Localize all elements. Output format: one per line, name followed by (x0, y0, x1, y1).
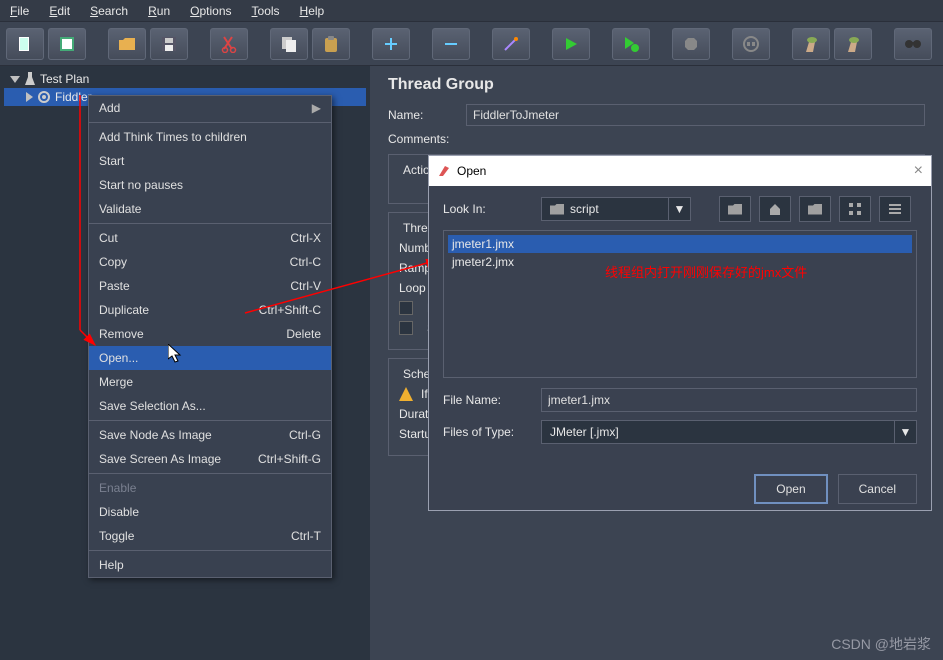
menu-file[interactable]: File (0, 0, 39, 21)
menu-tools[interactable]: Tools (242, 0, 290, 21)
chevron-down-icon: ▼ (668, 198, 690, 220)
context-menu: Add▶ Add Think Times to childrenStartStar… (88, 95, 332, 578)
folder-icon (808, 204, 822, 215)
menu-item[interactable]: Save Node As ImageCtrl-G (89, 423, 331, 447)
list-view-button[interactable] (839, 196, 871, 222)
comments-label: Comments: (388, 132, 458, 146)
toggle-button[interactable] (492, 28, 530, 60)
file-item[interactable]: jmeter1.jmx (448, 235, 912, 253)
home-button[interactable] (759, 196, 791, 222)
tree-root-label: Test Plan (40, 72, 89, 86)
cut-button[interactable] (210, 28, 248, 60)
expand-icon (10, 76, 20, 83)
menu-item[interactable]: CopyCtrl-C (89, 250, 331, 274)
stop-button[interactable] (672, 28, 710, 60)
menu-help[interactable]: Help (290, 0, 335, 21)
tree-root[interactable]: Test Plan (4, 70, 366, 88)
close-icon[interactable]: × (914, 162, 923, 180)
menu-item[interactable]: Add Think Times to children (89, 125, 331, 149)
dialog-titlebar: Open × (429, 156, 931, 186)
watermark: CSDN @地岩浆 (831, 634, 931, 654)
folder-icon (728, 204, 742, 215)
menubar: File Edit Search Run Options Tools Help (0, 0, 943, 22)
chevron-down-icon: ▼ (894, 421, 916, 443)
template-button[interactable] (48, 28, 86, 60)
open-button[interactable] (108, 28, 146, 60)
open-dialog: Open × Look In: script ▼ jmeter1.jmx jme… (428, 155, 932, 511)
start-notimers-button[interactable] (612, 28, 650, 60)
menu-edit[interactable]: Edit (39, 0, 80, 21)
lookin-select[interactable]: script ▼ (541, 197, 691, 221)
clear-button[interactable] (792, 28, 830, 60)
menu-item[interactable]: Open... (89, 346, 331, 370)
search-button[interactable] (894, 28, 932, 60)
dialog-title: Open (457, 164, 486, 178)
menu-item[interactable]: Disable (89, 500, 331, 524)
filetype-select[interactable]: JMeter [.jmx] ▼ (541, 420, 917, 444)
lookin-value: script (570, 202, 599, 216)
tree-child-label: Fiddler (55, 90, 92, 104)
lookin-label: Look In: (443, 202, 533, 216)
new-button[interactable] (6, 28, 44, 60)
newfolder-button[interactable] (799, 196, 831, 222)
folder-icon (550, 204, 564, 215)
start-button[interactable] (552, 28, 590, 60)
expand-icon (26, 92, 33, 102)
menu-search[interactable]: Search (80, 0, 138, 21)
expand-button[interactable] (372, 28, 410, 60)
menu-item[interactable]: PasteCtrl-V (89, 274, 331, 298)
menu-item[interactable]: Help (89, 553, 331, 577)
file-list[interactable]: jmeter1.jmx jmeter2.jmx (443, 230, 917, 378)
file-item[interactable]: jmeter2.jmx (448, 253, 912, 271)
up-button[interactable] (719, 196, 751, 222)
open-button[interactable]: Open (754, 474, 827, 504)
toolbar (0, 22, 943, 66)
warning-icon (399, 387, 413, 401)
save-button[interactable] (150, 28, 188, 60)
menu-item[interactable]: Save Selection As... (89, 394, 331, 418)
menu-item[interactable]: Save Screen As ImageCtrl+Shift-G (89, 447, 331, 471)
shutdown-button[interactable] (732, 28, 770, 60)
sched-checkbox[interactable] (399, 321, 413, 335)
filetype-label: Files of Type: (443, 425, 533, 439)
clear-all-button[interactable] (834, 28, 872, 60)
gear-icon (37, 90, 51, 104)
details-view-button[interactable] (879, 196, 911, 222)
menu-item[interactable]: Add▶ (89, 96, 331, 120)
menu-options[interactable]: Options (180, 0, 241, 21)
menu-item[interactable]: CutCtrl-X (89, 226, 331, 250)
menu-item[interactable]: RemoveDelete (89, 322, 331, 346)
paste-button[interactable] (312, 28, 350, 60)
delay-checkbox[interactable] (399, 301, 413, 315)
panel-title: Thread Group (388, 76, 925, 94)
name-label: Name: (388, 108, 458, 122)
collapse-button[interactable] (432, 28, 470, 60)
menu-item[interactable]: Validate (89, 197, 331, 221)
menu-item[interactable]: Enable (89, 476, 331, 500)
filetype-value: JMeter [.jmx] (550, 425, 619, 439)
name-input[interactable] (466, 104, 925, 126)
flask-icon (24, 72, 36, 86)
feather-icon (437, 164, 451, 178)
menu-run[interactable]: Run (138, 0, 180, 21)
copy-button[interactable] (270, 28, 308, 60)
cancel-button[interactable]: Cancel (838, 474, 917, 504)
menu-item[interactable]: Merge (89, 370, 331, 394)
menu-item[interactable]: Start no pauses (89, 173, 331, 197)
menu-item[interactable]: ToggleCtrl-T (89, 524, 331, 548)
filename-label: File Name: (443, 393, 533, 407)
menu-item[interactable]: Start (89, 149, 331, 173)
menu-item[interactable]: DuplicateCtrl+Shift-C (89, 298, 331, 322)
filename-input[interactable] (541, 388, 917, 412)
